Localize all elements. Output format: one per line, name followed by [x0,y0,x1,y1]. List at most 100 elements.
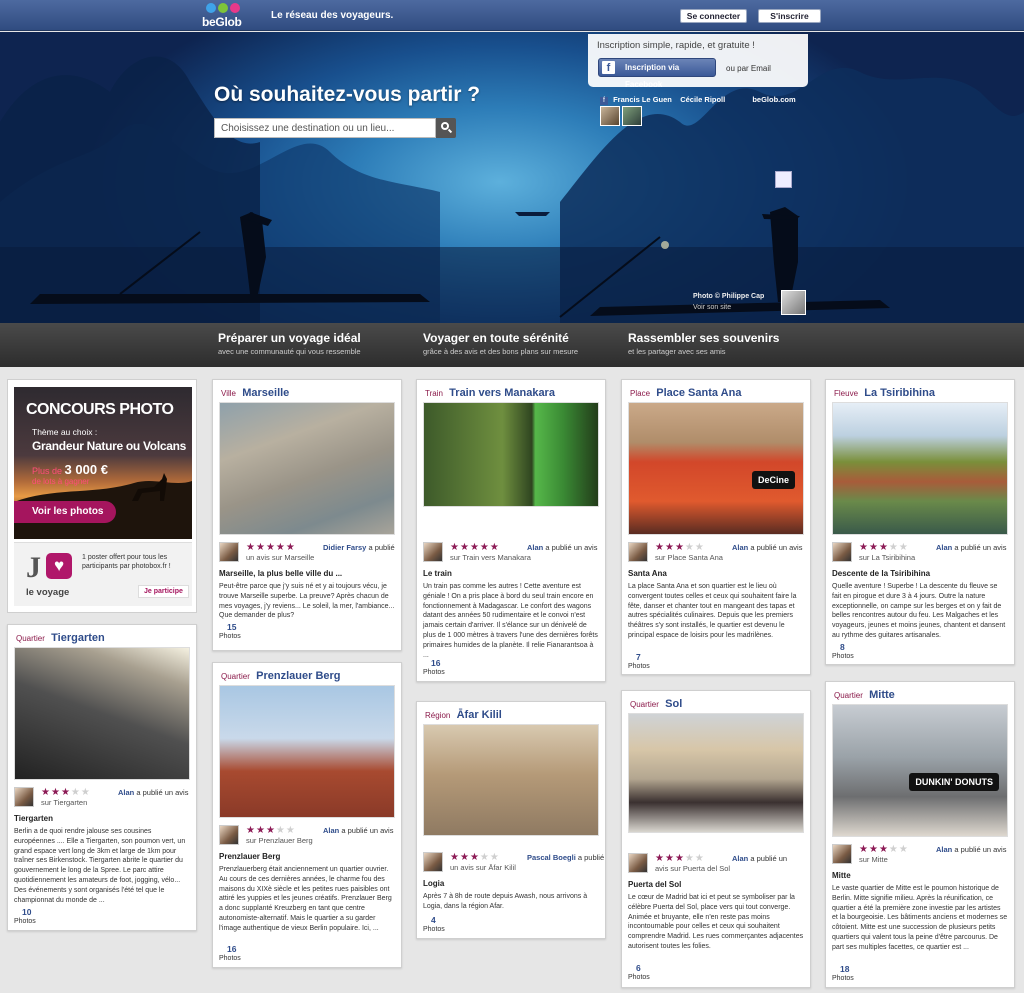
place-photo[interactable] [219,402,395,535]
place-photo[interactable] [219,685,395,818]
review-card[interactable]: Quartier Sol ★★★★★ Alan a publié un avis… [621,690,811,988]
place-name-link[interactable]: Marseille [242,387,289,399]
friend-name[interactable]: Francis Le Guen [613,95,672,104]
logo-text: beGlob [202,15,242,29]
review-title[interactable]: Le train [423,569,452,578]
place-photo[interactable] [14,647,190,780]
author-link[interactable]: Alan [732,854,748,863]
review-title[interactable]: Prenzlauer Berg [219,852,280,861]
place-type: Quartier [221,672,250,681]
email-signup-link[interactable]: ou par Email [726,64,771,73]
author-link[interactable]: Alan [118,788,134,797]
avatar[interactable] [622,106,642,126]
place-type: Quartier [630,700,659,709]
avatar[interactable] [600,106,620,126]
avatar[interactable] [219,542,239,562]
star-icon: ★ [664,853,675,864]
place-photo[interactable]: DUNKIN' DONUTS [832,704,1008,837]
friend-name[interactable]: Cécile Ripoll [680,95,725,104]
photo-count-label: Photos [628,974,650,981]
contest-banner[interactable]: CONCOURS PHOTO Thème au choix : Grandeur… [14,387,192,539]
avatar[interactable] [423,542,443,562]
place-name-link[interactable]: Train vers Manakara [449,387,555,399]
review-title[interactable]: Mitte [832,871,851,880]
review-author: Alan a publié un avis [118,788,189,797]
avatar[interactable] [832,844,852,864]
view-photos-button[interactable]: Voir les photos [14,501,116,523]
avatar[interactable] [219,825,239,845]
review-card[interactable]: Quartier Prenzlauer Berg ★★★★★ Alan a pu… [212,662,402,968]
place-name-link[interactable]: Mitte [869,689,895,701]
review-title[interactable]: Marseille, la plus belle ville du ... [219,569,342,578]
signup-button[interactable]: S'inscrire [758,9,821,23]
photo-count[interactable]: 6 [636,963,641,973]
photo-count[interactable]: 16 [227,944,236,954]
avatar[interactable] [423,852,443,872]
hero-photo [0,56,1024,323]
site-name: beGlob.com [752,95,796,104]
facebook-signup-button[interactable]: f Inscription via Facebook [598,58,716,89]
photographer-site-link[interactable]: Voir son site [693,302,764,313]
photo-count[interactable]: 15 [227,622,236,632]
place-photo[interactable] [423,402,599,507]
destination-search-input[interactable]: Choisissez une destination ou un lieu... [214,118,436,138]
avatar[interactable] [628,853,648,873]
author-link[interactable]: Alan [732,543,748,552]
place-photo[interactable]: DeCine [628,402,804,535]
place-photo[interactable] [628,713,804,833]
login-button[interactable]: Se connecter [680,9,747,23]
place-name-link[interactable]: Place Santa Ana [656,387,741,399]
review-card[interactable]: Place Place Santa Ana DeCine ★★★★★ Alan … [621,379,811,675]
review-text: Un train pas comme les autres ! Cette av… [423,583,598,659]
review-card[interactable]: Train Train vers Manakara ★★★★★ Alan a p… [416,379,606,682]
star-icon: ★ [674,542,685,553]
participate-link[interactable]: Je participe [138,585,189,598]
review-title[interactable]: Logia [423,879,444,888]
review-card[interactable]: Quartier Mitte DUNKIN' DONUTS ★★★★★ Alan… [825,681,1015,988]
photo-count[interactable]: 7 [636,652,641,662]
review-card[interactable]: Région Āfar Kilil ★★★★★ Pascal Boegli a … [416,701,606,939]
author-link[interactable]: Alan [323,826,339,835]
photographer-avatar[interactable] [781,290,806,315]
place-photo[interactable] [423,724,599,836]
author-link[interactable]: Alan [936,543,952,552]
avatar[interactable] [832,542,852,562]
review-card[interactable]: Fleuve La Tsiribihina ★★★★★ Alan a publi… [825,379,1015,665]
star-icon: ★ [255,825,266,836]
author-link[interactable]: Didier Farsy [323,543,366,552]
review-title[interactable]: Santa Ana [628,569,667,578]
signup-text: Inscription simple, rapide, et gratuite … [597,40,755,51]
avatar[interactable] [14,787,34,807]
author-link[interactable]: Pascal Boegli [527,853,576,862]
author-link[interactable]: Alan [936,845,952,854]
review-about: un avis sur Āfar Kilil [450,863,516,872]
place-type: Région [425,711,451,720]
place-photo[interactable] [832,402,1008,535]
star-icon: ★ [489,542,500,553]
photo-count[interactable]: 16 [431,658,440,668]
share-icon[interactable] [775,171,792,188]
review-title[interactable]: Tiergarten [14,814,53,823]
review-title[interactable]: Descente de la Tsiribihina [832,569,930,578]
place-name-link[interactable]: Āfar Kilil [457,709,502,721]
review-about: sur Place Santa Ana [655,553,723,562]
search-button[interactable] [436,118,456,138]
place-name-link[interactable]: Tiergarten [51,632,105,644]
review-about: sur La Tsiribihina [859,553,916,562]
place-name-link[interactable]: Sol [665,698,682,710]
author-link[interactable]: Alan [527,543,543,552]
beglob-logo[interactable]: beGlob [202,3,248,29]
photo-count[interactable]: 4 [431,915,436,925]
star-icon: ★ [684,542,695,553]
review-card[interactable]: Ville Marseille ★★★★★ Didier Farsy a pub… [212,379,402,651]
review-card[interactable]: Quartier Tiergarten ★★★★★ Alan a publié … [7,624,197,931]
shop-sign: DeCine [751,471,795,490]
photo-count[interactable]: 8 [840,642,845,652]
place-name-link[interactable]: Prenzlauer Berg [256,670,340,682]
photo-count[interactable]: 18 [840,964,849,974]
place-name-link[interactable]: La Tsiribihina [864,387,935,399]
avatar[interactable] [628,542,648,562]
review-title[interactable]: Puerta del Sol [628,880,681,889]
photo-count[interactable]: 10 [22,907,31,917]
star-icon: ★ [60,787,71,798]
